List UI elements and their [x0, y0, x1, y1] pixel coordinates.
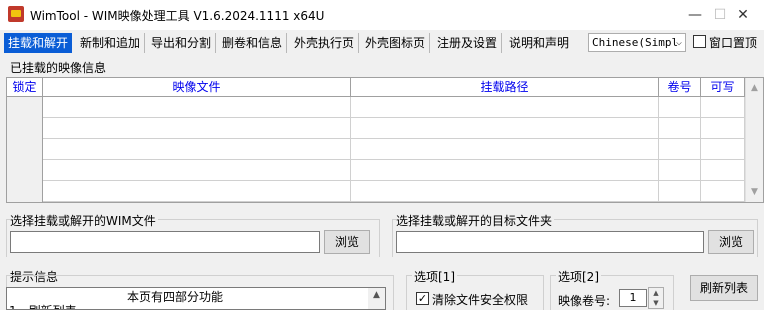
- tab-mount-unpack[interactable]: 挂载和解开: [4, 33, 73, 53]
- table-row[interactable]: [7, 181, 745, 202]
- column-header-image-file[interactable]: 映像文件: [43, 78, 351, 97]
- table-header: 锁定 映像文件 挂载路径 卷号 可写: [7, 78, 763, 97]
- wim-file-label: 选择挂载或解开的WIM文件: [10, 212, 158, 229]
- language-select[interactable]: Chinese(Simpl ⌵: [588, 33, 686, 52]
- column-header-mount-path[interactable]: 挂载路径: [351, 78, 659, 97]
- tab-shell-exec[interactable]: 外壳执行页: [290, 33, 360, 53]
- target-browse-button[interactable]: 浏览: [708, 230, 754, 254]
- info-text-area[interactable]: 本页有四部分功能 1、刷新列表 ▲: [6, 287, 386, 310]
- table-row[interactable]: [7, 160, 745, 181]
- wim-file-input[interactable]: [10, 231, 320, 253]
- window-title: WimTool - WIM映像处理工具 V1.6.2024.1111 x64U: [30, 9, 325, 23]
- scroll-up-icon[interactable]: ▲: [746, 80, 763, 96]
- wim-browse-button[interactable]: 浏览: [324, 230, 370, 254]
- info-line: 本页有四部分功能: [127, 290, 224, 304]
- column-header-lock[interactable]: 锁定: [7, 78, 43, 97]
- column-header-volume[interactable]: 卷号: [659, 78, 701, 97]
- options1-title: 选项[1]: [412, 268, 457, 285]
- tab-create-append[interactable]: 新制和追加: [76, 33, 146, 53]
- table-row[interactable]: [7, 139, 745, 160]
- volume-number-input[interactable]: 1: [619, 289, 647, 307]
- tab-shell-icon[interactable]: 外壳图标页: [361, 33, 431, 53]
- mounted-images-table[interactable]: 锁定 映像文件 挂载路径 卷号 可写 ▲ ▼: [6, 77, 764, 203]
- table-scrollbar[interactable]: ▲ ▼: [745, 78, 763, 202]
- clear-acl-checkbox[interactable]: ✓: [416, 292, 429, 305]
- tab-register-settings[interactable]: 注册及设置: [433, 33, 503, 53]
- title-bar: WimTool - WIM映像处理工具 V1.6.2024.1111 x64U …: [0, 0, 764, 30]
- refresh-list-button[interactable]: 刷新列表: [690, 275, 758, 301]
- volume-stepper[interactable]: ▲ ▼: [648, 287, 664, 309]
- scroll-up-icon[interactable]: ▲: [368, 290, 385, 300]
- table-row[interactable]: [7, 97, 745, 118]
- table-row[interactable]: [7, 118, 745, 139]
- stepper-down-icon[interactable]: ▼: [649, 298, 663, 308]
- language-select-value: Chinese(Simpl: [592, 36, 679, 49]
- tab-delete-info[interactable]: 删卷和信息: [218, 33, 288, 53]
- clear-acl-label: 清除文件安全权限: [432, 293, 529, 307]
- mounted-section-title: 已挂载的映像信息: [10, 61, 107, 75]
- info-scrollbar[interactable]: ▲: [368, 288, 385, 309]
- tab-help-statement[interactable]: 说明和声明: [505, 33, 573, 53]
- target-folder-label: 选择挂载或解开的目标文件夹: [396, 212, 555, 229]
- volume-label: 映像卷号:: [558, 294, 611, 308]
- pin-window-checkbox[interactable]: [693, 35, 706, 48]
- chevron-down-icon: ⌵: [675, 37, 682, 48]
- app-icon: [8, 6, 24, 22]
- target-folder-input[interactable]: [396, 231, 704, 253]
- stepper-up-icon[interactable]: ▲: [649, 288, 663, 298]
- tab-export-split[interactable]: 导出和分割: [147, 33, 217, 53]
- close-button[interactable]: ✕: [720, 0, 764, 30]
- scroll-down-icon[interactable]: ▼: [746, 184, 763, 200]
- options2-title: 选项[2]: [556, 268, 601, 285]
- pin-window-label: 窗口置顶: [709, 36, 758, 50]
- column-header-writable[interactable]: 可写: [701, 78, 745, 97]
- info-line: 1、刷新列表: [9, 302, 77, 309]
